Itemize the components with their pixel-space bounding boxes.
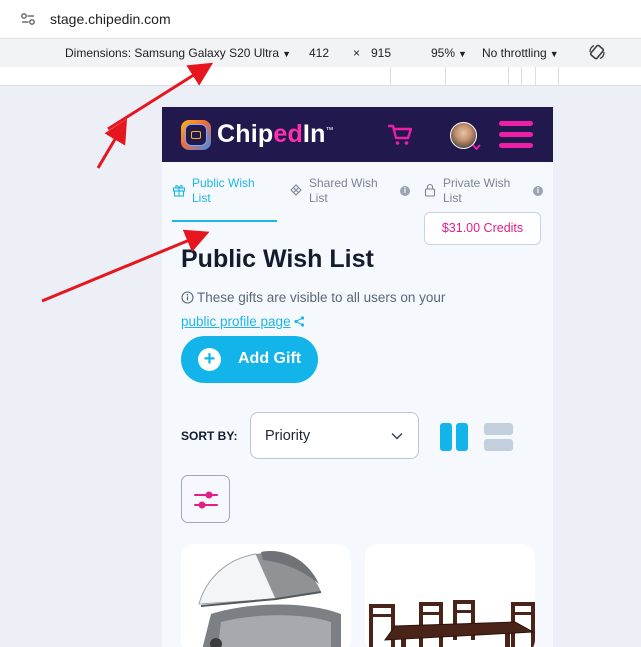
caret-down-icon: ▼ <box>549 49 559 59</box>
tab-label: Private Wish List <box>443 176 511 205</box>
add-gift-label: Add Gift <box>238 350 302 367</box>
media-query-ruler <box>0 67 641 86</box>
filter-button[interactable] <box>181 475 230 523</box>
stroller-bassinet-image <box>198 551 341 647</box>
page-title: Public Wish List <box>181 245 374 273</box>
plus-icon: + <box>198 348 221 371</box>
annotation-arrow <box>96 118 128 169</box>
device-select[interactable]: Dimensions: Samsung Galaxy S20 Ultra ▼ <box>65 46 291 60</box>
public-profile-link[interactable]: public profile page <box>181 314 291 329</box>
sort-label: SORT BY: <box>181 429 238 443</box>
sort-select[interactable]: Priority <box>250 412 419 459</box>
add-gift-button[interactable]: + Add Gift <box>181 336 318 383</box>
grid-view-icon[interactable] <box>440 423 468 451</box>
zoom-value: 95% <box>431 46 456 60</box>
width-input[interactable]: 412 <box>309 46 329 60</box>
logo-icon <box>181 120 211 150</box>
gift-icon <box>172 185 186 197</box>
times-sign: × <box>353 46 361 60</box>
info-icon[interactable]: i <box>400 186 410 196</box>
tab-label: Shared Wish List <box>309 176 378 205</box>
browser-url-bar[interactable]: stage.chipedin.com <box>0 0 641 39</box>
gift-outline-icon <box>290 184 302 196</box>
list-view-icon[interactable] <box>484 423 513 451</box>
info-circle-icon <box>181 291 194 304</box>
caret-down-icon: ▼ <box>458 49 467 59</box>
sort-value: Priority <box>265 428 311 444</box>
share-icon[interactable] <box>293 316 305 327</box>
zoom-select[interactable]: 95% ▼ <box>431 46 467 60</box>
logo[interactable]: ChipedIn™ <box>217 120 334 149</box>
site-settings-icon[interactable] <box>20 11 36 27</box>
throttling-value: No throttling <box>482 46 547 60</box>
visibility-notice: These gifts are visible to all users on … <box>181 286 521 334</box>
info-icon[interactable]: i <box>533 186 543 196</box>
notice-text: These gifts are visible to all users on … <box>197 290 446 305</box>
device-toolbar: Dimensions: Samsung Galaxy S20 Ultra ▼ 41… <box>0 39 641 67</box>
chevron-down-icon <box>391 432 403 440</box>
rotate-icon[interactable] <box>588 43 606 61</box>
chevron-down-icon[interactable] <box>472 144 481 151</box>
device-label: Dimensions: Samsung Galaxy S20 Ultra <box>65 46 280 60</box>
dining-table-set-image <box>369 600 535 647</box>
lock-icon <box>424 183 436 197</box>
active-tab-indicator <box>172 220 277 222</box>
credits-button[interactable]: $31.00 Credits <box>424 212 541 245</box>
height-input[interactable]: 915 <box>371 46 391 60</box>
product-card[interactable] <box>365 544 535 647</box>
sliders-icon <box>194 491 218 509</box>
hamburger-menu-icon[interactable] <box>499 121 533 148</box>
tab-label: Public Wish List <box>192 176 255 205</box>
app-header: ChipedIn™ <box>162 107 553 162</box>
device-viewport: ChipedIn™ Public Wish List Shared Wish L… <box>162 107 553 647</box>
caret-down-icon: ▼ <box>282 49 292 59</box>
url-text[interactable]: stage.chipedin.com <box>50 11 171 27</box>
product-card[interactable] <box>181 544 351 647</box>
cart-icon[interactable] <box>388 124 412 146</box>
throttling-select[interactable]: No throttling ▼ <box>482 46 559 60</box>
